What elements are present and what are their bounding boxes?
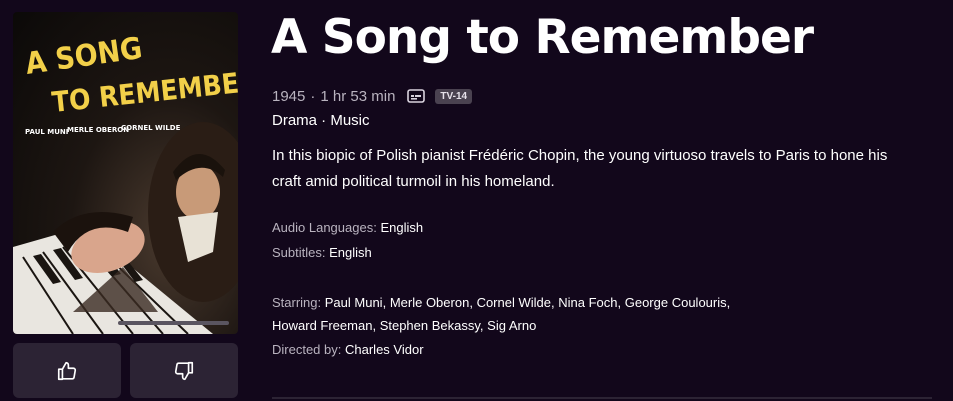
rating-badge: TV-14 xyxy=(435,88,473,104)
directed-by-label: Directed by: xyxy=(272,342,342,357)
cast-member[interactable]: George Coulouris xyxy=(625,295,727,310)
director-name[interactable]: Charles Vidor xyxy=(345,342,424,357)
cast-member[interactable]: Stephen Bekassy xyxy=(380,318,480,333)
meta-row: 1945 · 1 hr 53 min TV-14 xyxy=(272,86,473,106)
poster-progress-bar xyxy=(118,321,229,325)
closed-captions-icon xyxy=(407,89,426,103)
like-button[interactable] xyxy=(13,343,121,398)
thumbs-up-icon xyxy=(57,361,77,380)
starring-label: Starring: xyxy=(272,295,322,310)
subtitles: Subtitles: English xyxy=(272,241,372,264)
poster-title-line1: A SONG xyxy=(23,31,144,82)
poster-cast-3: CORNEL WILDE xyxy=(121,124,181,132)
duration: 1 hr 53 min xyxy=(320,87,396,105)
audio-languages-value: English xyxy=(380,220,424,235)
cast-member[interactable]: Howard Freeman xyxy=(272,318,372,333)
thumbs-down-icon xyxy=(174,361,194,380)
subtitles-label: Subtitles: xyxy=(272,245,326,260)
release-year: 1945 xyxy=(272,87,306,105)
divider xyxy=(272,397,932,399)
cast-member[interactable]: Merle Oberon xyxy=(390,295,469,310)
directed-by: Directed by: Charles Vidor xyxy=(272,338,424,361)
genres: Drama · Music xyxy=(272,112,370,129)
description: In this biopic of Polish pianist Frédéri… xyxy=(272,147,888,190)
poster-cast-2: MERLE OBERON xyxy=(67,126,129,134)
cast-member[interactable]: Cornel Wilde xyxy=(477,295,551,310)
audio-languages-label: Audio Languages: xyxy=(272,220,377,235)
cast-member[interactable]: Nina Foch xyxy=(558,295,617,310)
meta-separator: · xyxy=(310,87,316,105)
dislike-button[interactable] xyxy=(130,343,238,398)
page-title: A Song to Remember xyxy=(271,10,814,65)
subtitles-value: English xyxy=(329,245,372,260)
cast-member[interactable]: Sig Arno xyxy=(487,318,536,333)
cast-member[interactable]: Paul Muni xyxy=(325,295,383,310)
poster-image: A SONG TO REMEMBER PAUL MUNI MERLE OBERO… xyxy=(13,12,238,334)
starring: Starring: Paul Muni, Merle Oberon, Corne… xyxy=(272,295,731,333)
poster-art: A SONG TO REMEMBER PAUL MUNI MERLE OBERO… xyxy=(13,31,238,334)
audio-languages: Audio Languages: English xyxy=(272,216,423,239)
poster-cast-1: PAUL MUNI xyxy=(25,128,68,136)
